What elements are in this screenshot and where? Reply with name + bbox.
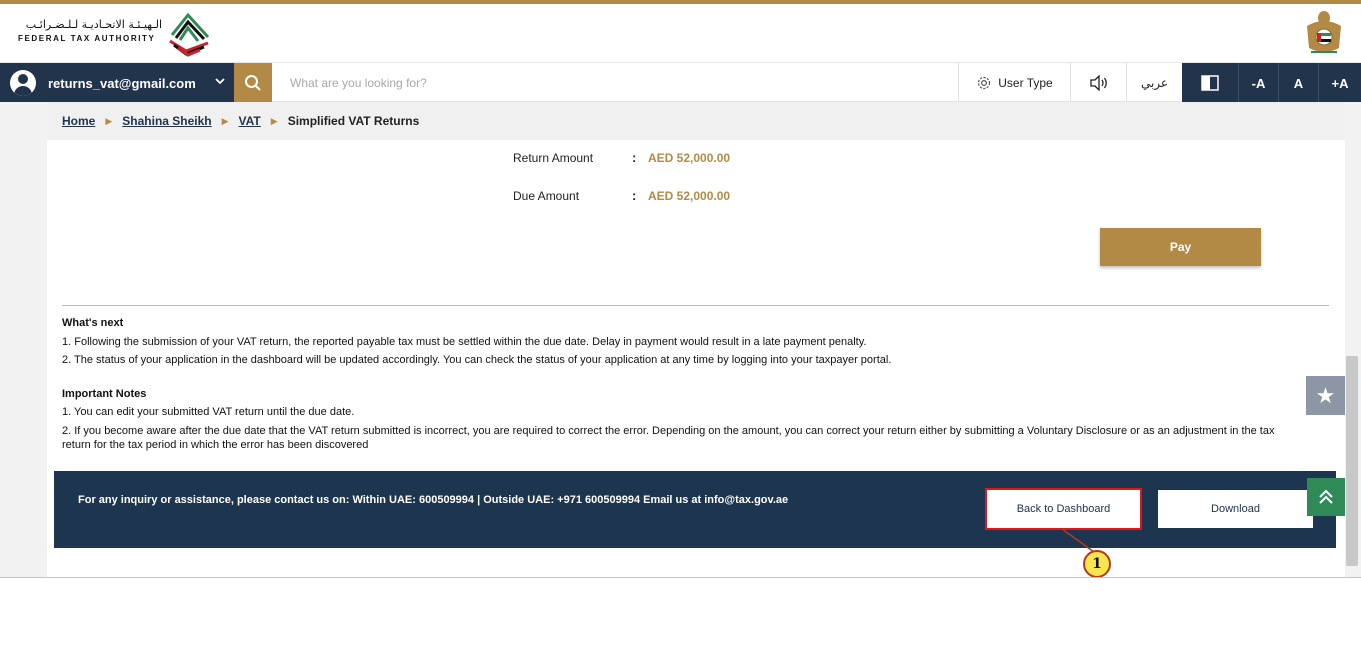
breadcrumb-taxpayer[interactable]: Shahina Sheikh	[122, 114, 211, 128]
screen-reader-button[interactable]	[1070, 63, 1126, 103]
contact-info-text: For any inquiry or assistance, please co…	[78, 494, 789, 506]
download-button[interactable]: Download	[1158, 490, 1313, 528]
scroll-to-top-button[interactable]	[1307, 478, 1345, 516]
important-notes-title: Important Notes	[62, 388, 147, 400]
breadcrumb-separator-icon: ▶	[270, 115, 278, 126]
search-icon	[245, 75, 261, 91]
user-type-button[interactable]: User Type	[958, 63, 1070, 103]
user-avatar-icon	[10, 70, 36, 96]
due-amount-value: AED 52,000.00	[648, 189, 731, 203]
uae-emblem-icon	[1307, 11, 1341, 53]
contrast-toggle[interactable]	[1182, 63, 1238, 103]
breadcrumb-home[interactable]: Home	[62, 114, 95, 128]
page-bottom-border	[0, 577, 1361, 578]
font-increase-button[interactable]: +A	[1318, 63, 1361, 103]
breadcrumb-separator-icon: ▶	[105, 115, 113, 126]
return-amount-label: Return Amount	[513, 151, 594, 165]
due-amount-label: Due Amount	[513, 189, 580, 203]
section-divider	[62, 305, 1329, 306]
breadcrumb-current: Simplified VAT Returns	[287, 114, 420, 128]
return-amount-value: AED 52,000.00	[648, 151, 731, 165]
whats-next-title: What's next	[62, 317, 124, 329]
speaker-icon	[1089, 75, 1107, 91]
site-header: الـهيـئـة الاتحـاديـة لـلـضـرائـب FEDERA…	[0, 4, 1361, 62]
breadcrumb: Home ▶ Shahina Sheikh ▶ VAT ▶ Simplified…	[47, 102, 1345, 140]
whats-next-line: 2. The status of your application in the…	[62, 354, 892, 366]
scrollbar-thumb[interactable]	[1346, 356, 1358, 566]
user-email: returns_vat@gmail.com	[48, 75, 196, 91]
fta-logo-text[interactable]: الـهيـئـة الاتحـاديـة لـلـضـرائـب FEDERA…	[18, 18, 162, 43]
annotation-marker: 1	[1083, 550, 1111, 578]
chevron-down-icon[interactable]	[214, 75, 226, 90]
gear-icon	[978, 76, 991, 90]
important-note-line: 2. If you become aware after the due dat…	[62, 425, 1275, 451]
due-amount-separator: :	[632, 188, 637, 203]
whats-next-line: 1. Following the submission of your VAT …	[62, 336, 867, 348]
logo-arabic-name: الـهيـئـة الاتحـاديـة لـلـضـرائـب	[25, 18, 162, 31]
breadcrumb-vat[interactable]: VAT	[239, 114, 261, 128]
pay-button[interactable]: Pay	[1100, 228, 1261, 266]
search-button[interactable]	[234, 63, 272, 103]
top-navbar: returns_vat@gmail.com User Type عربي -A …	[0, 62, 1361, 103]
back-to-dashboard-button[interactable]: Back to Dashboard	[985, 488, 1142, 530]
user-type-label: User Type	[998, 76, 1053, 90]
contrast-icon	[1201, 75, 1219, 91]
favorite-star-icon[interactable]: ★	[1306, 376, 1345, 415]
breadcrumb-separator-icon: ▶	[221, 115, 229, 126]
font-decrease-button[interactable]: -A	[1238, 63, 1278, 103]
user-menu[interactable]: returns_vat@gmail.com	[0, 63, 234, 103]
double-chevron-up-icon	[1319, 489, 1333, 504]
font-normal-button[interactable]: A	[1278, 63, 1318, 103]
fta-logo-icon[interactable]	[164, 7, 214, 57]
search-input[interactable]	[280, 69, 940, 97]
contact-footer: For any inquiry or assistance, please co…	[54, 471, 1336, 548]
return-amount-separator: :	[632, 150, 637, 165]
language-toggle[interactable]: عربي	[1126, 63, 1182, 103]
logo-english-name: FEDERAL TAX AUTHORITY	[18, 34, 156, 43]
important-note-line: 1. You can edit your submitted VAT retur…	[62, 406, 355, 418]
